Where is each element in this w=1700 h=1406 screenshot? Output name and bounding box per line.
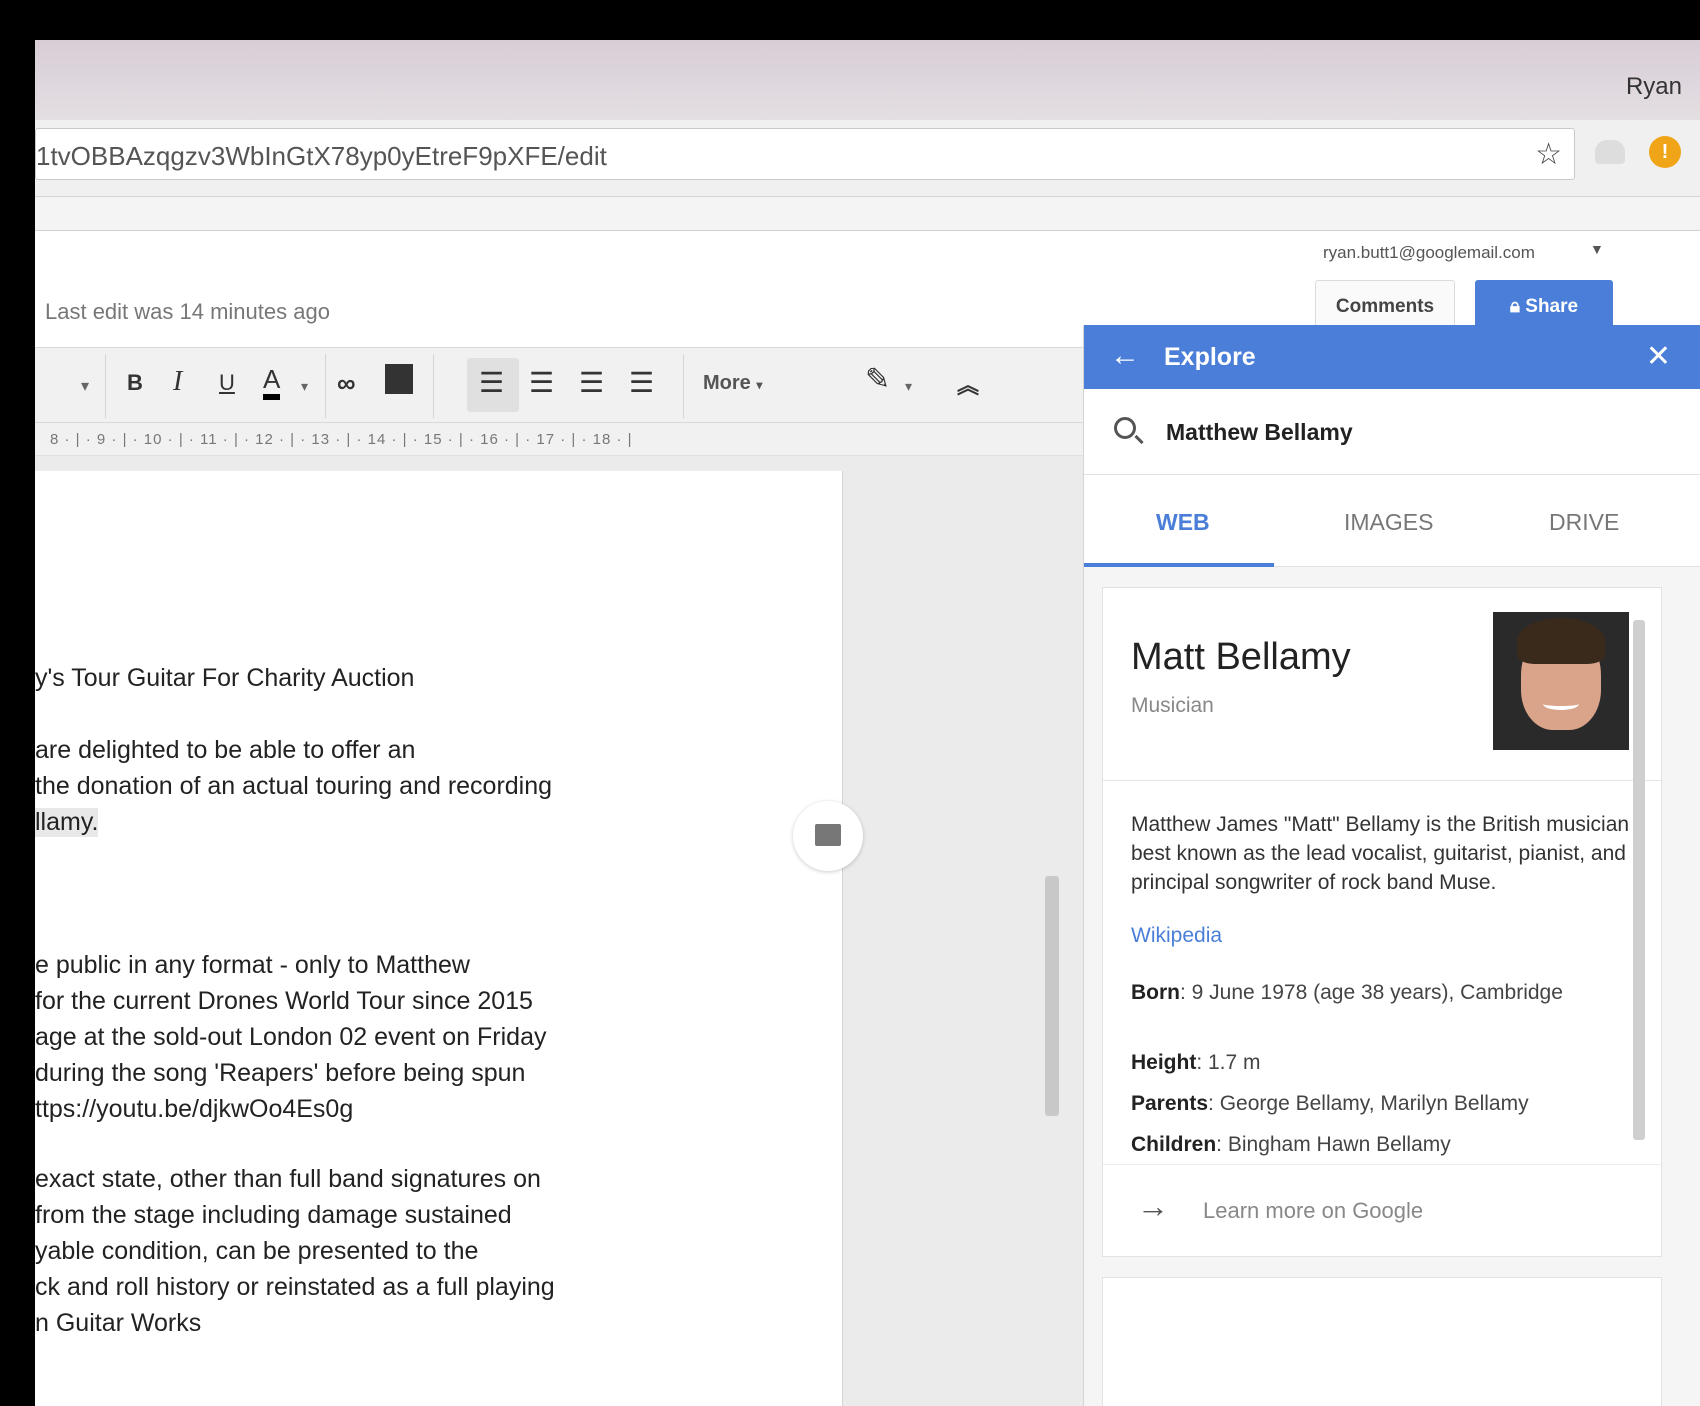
tab-drive[interactable]: DRIVE	[1549, 509, 1619, 536]
document-scrollbar[interactable]	[1045, 876, 1059, 1116]
knowledge-card: Matt Bellamy Musician Matthew James "Mat…	[1102, 587, 1663, 1257]
underline-button[interactable]: U	[219, 370, 235, 396]
lock-icon: 🔒︎	[1509, 296, 1526, 317]
fact-label: Children	[1131, 1133, 1217, 1156]
font-size-dropdown-icon[interactable]: ▾	[81, 376, 89, 396]
italic-button[interactable]: I	[173, 366, 182, 398]
doc-line[interactable]: n Guitar Works	[35, 1309, 201, 1338]
search-query[interactable]: Matthew Bellamy	[1166, 419, 1353, 446]
screen: Ryan 1tvOBBAzqgzv3WbInGtX78yp0yEtreF9pXF…	[35, 40, 1700, 1406]
card-divider	[1103, 1164, 1663, 1165]
explore-title: Explore	[1164, 343, 1256, 371]
doc-line[interactable]: e public in any format - only to Matthew	[35, 951, 470, 980]
document-page[interactable]: y's Tour Guitar For Charity Auction are …	[35, 471, 843, 1406]
ruler[interactable]: 8 · | · 9 · | · 10 · | · 11 · | · 12 · |…	[35, 423, 1083, 456]
tab-images[interactable]: IMAGES	[1344, 509, 1433, 536]
fact-value: : Bingham Hawn Bellamy	[1216, 1133, 1451, 1156]
explore-panel: ← Explore ✕ Matthew Bellamy WEB IMAGES D…	[1083, 325, 1700, 1406]
comment-icon	[815, 824, 841, 846]
doc-line[interactable]: y's Tour Guitar For Charity Auction	[35, 664, 414, 693]
editing-mode-pencil-icon[interactable]: ✎	[865, 362, 890, 397]
fact-height: Height: 1.7 m	[1131, 1048, 1636, 1077]
account-email[interactable]: ryan.butt1@googlemail.com	[1323, 243, 1535, 263]
fact-label: Parents	[1131, 1092, 1209, 1115]
doc-line[interactable]: ck and roll history or reinstated as a f…	[35, 1273, 555, 1302]
doc-line[interactable]: the donation of an actual touring and re…	[35, 772, 552, 801]
doc-line[interactable]: for the current Drones World Tour since …	[35, 987, 533, 1016]
alert-extension-icon[interactable]: !	[1649, 136, 1681, 168]
more-menu-button[interactable]: More ▾	[703, 372, 762, 395]
cloud-extension-icon[interactable]	[1595, 140, 1625, 164]
fact-label: Height	[1131, 1051, 1197, 1074]
editing-mode-dropdown-icon[interactable]: ▾	[905, 378, 912, 395]
next-result-card[interactable]	[1102, 1277, 1662, 1406]
tab-web[interactable]: WEB	[1156, 509, 1210, 536]
bold-button[interactable]: B	[127, 370, 143, 396]
fact-value: : 9 June 1978 (age 38 years), Cambridge	[1180, 981, 1563, 1004]
profile-name[interactable]: Ryan	[1626, 73, 1682, 101]
fact-value: : George Bellamy, Marilyn Bellamy	[1208, 1092, 1529, 1115]
add-comment-float-button[interactable]	[793, 801, 863, 871]
entity-name: Matt Bellamy	[1131, 636, 1351, 678]
doc-line[interactable]: ttps://youtu.be/djkwOo4Es0g	[35, 1095, 353, 1124]
browser-toolbar: 1tvOBBAzqgzv3WbInGtX78yp0yEtreF9pXFE/edi…	[35, 120, 1700, 197]
entity-subtitle: Musician	[1131, 694, 1214, 717]
back-arrow-icon[interactable]: ←	[1110, 339, 1140, 373]
url-text[interactable]: 1tvOBBAzqgzv3WbInGtX78yp0yEtreF9pXFE/edi…	[36, 141, 607, 172]
bookmark-star-icon[interactable]: ☆	[1535, 137, 1562, 172]
address-bar[interactable]: 1tvOBBAzqgzv3WbInGtX78yp0yEtreF9pXFE/edi…	[35, 128, 1575, 180]
align-justify-icon[interactable]: ☰	[629, 366, 654, 399]
doc-line-highlighted[interactable]: llamy.	[35, 808, 99, 837]
align-left-icon[interactable]: ☰	[479, 366, 504, 399]
card-divider	[1103, 780, 1663, 781]
toolbar-separator	[105, 354, 106, 418]
share-label: Share	[1525, 296, 1579, 317]
last-edit-status[interactable]: Last edit was 14 minutes ago	[45, 299, 330, 325]
doc-line[interactable]: are delighted to be able to offer an	[35, 736, 415, 765]
entity-description: Matthew James "Matt" Bellamy is the Brit…	[1131, 813, 1630, 894]
chevron-down-icon: ▾	[756, 378, 763, 392]
entity-photo[interactable]	[1493, 612, 1629, 750]
doc-line[interactable]: yable condition, can be presented to the	[35, 1237, 478, 1266]
explore-header: ← Explore ✕	[1084, 325, 1700, 389]
doc-line[interactable]: from the stage including damage sustaine…	[35, 1201, 512, 1230]
ruler-marks: 8 · | · 9 · | · 10 · | · 11 · | · 12 · |…	[50, 431, 633, 448]
learn-more-link[interactable]: Learn more on Google	[1203, 1198, 1423, 1224]
account-dropdown-icon[interactable]: ▼	[1590, 241, 1604, 257]
toolbar-separator	[433, 354, 434, 418]
link-icon[interactable]: ∞	[337, 368, 356, 399]
toolbar-separator	[325, 354, 326, 418]
doc-line[interactable]: age at the sold-out London 02 event on F…	[35, 1023, 546, 1052]
doc-line[interactable]: exact state, other than full band signat…	[35, 1165, 541, 1194]
photo-hair	[1517, 618, 1605, 664]
fact-value: : 1.7 m	[1196, 1051, 1261, 1074]
comment-icon[interactable]	[385, 364, 413, 394]
fact-born: Born: 9 June 1978 (age 38 years), Cambri…	[1131, 978, 1636, 1007]
close-icon[interactable]: ✕	[1646, 339, 1671, 374]
fact-children: Children: Bingham Hawn Bellamy	[1131, 1130, 1636, 1159]
explore-scrollbar[interactable]	[1633, 620, 1645, 1140]
explore-search-box[interactable]: Matthew Bellamy	[1084, 389, 1700, 475]
fact-parents: Parents: George Bellamy, Marilyn Bellamy	[1131, 1089, 1636, 1118]
toolbar-separator	[683, 354, 684, 418]
arrow-right-icon[interactable]: →	[1137, 1188, 1169, 1225]
active-tab-indicator	[1084, 563, 1274, 567]
text-color-button[interactable]: A	[263, 364, 281, 400]
align-right-icon[interactable]: ☰	[579, 366, 604, 399]
browser-titlebar: Ryan	[35, 40, 1700, 120]
fact-label: Born	[1131, 981, 1180, 1004]
align-center-icon[interactable]: ☰	[529, 366, 554, 399]
search-icon	[1114, 417, 1136, 439]
text-color-dropdown-icon[interactable]: ▾	[301, 378, 308, 395]
more-label: More	[703, 372, 751, 394]
explore-tabs: WEB IMAGES DRIVE	[1084, 475, 1700, 567]
wikipedia-link[interactable]: Wikipedia	[1131, 924, 1222, 948]
doc-line[interactable]: during the song 'Reapers' before being s…	[35, 1059, 525, 1088]
collapse-toolbar-icon[interactable]: ︽	[957, 368, 979, 400]
document-canvas: y's Tour Guitar For Charity Auction are …	[35, 456, 1083, 1406]
format-toolbar: ▾ B I U A ▾ ∞ ☰ ☰ ☰ ☰ More ▾ ✎ ▾ ︽	[35, 347, 1083, 423]
photo-smile	[1543, 698, 1579, 710]
bookmarks-bar	[35, 197, 1700, 231]
